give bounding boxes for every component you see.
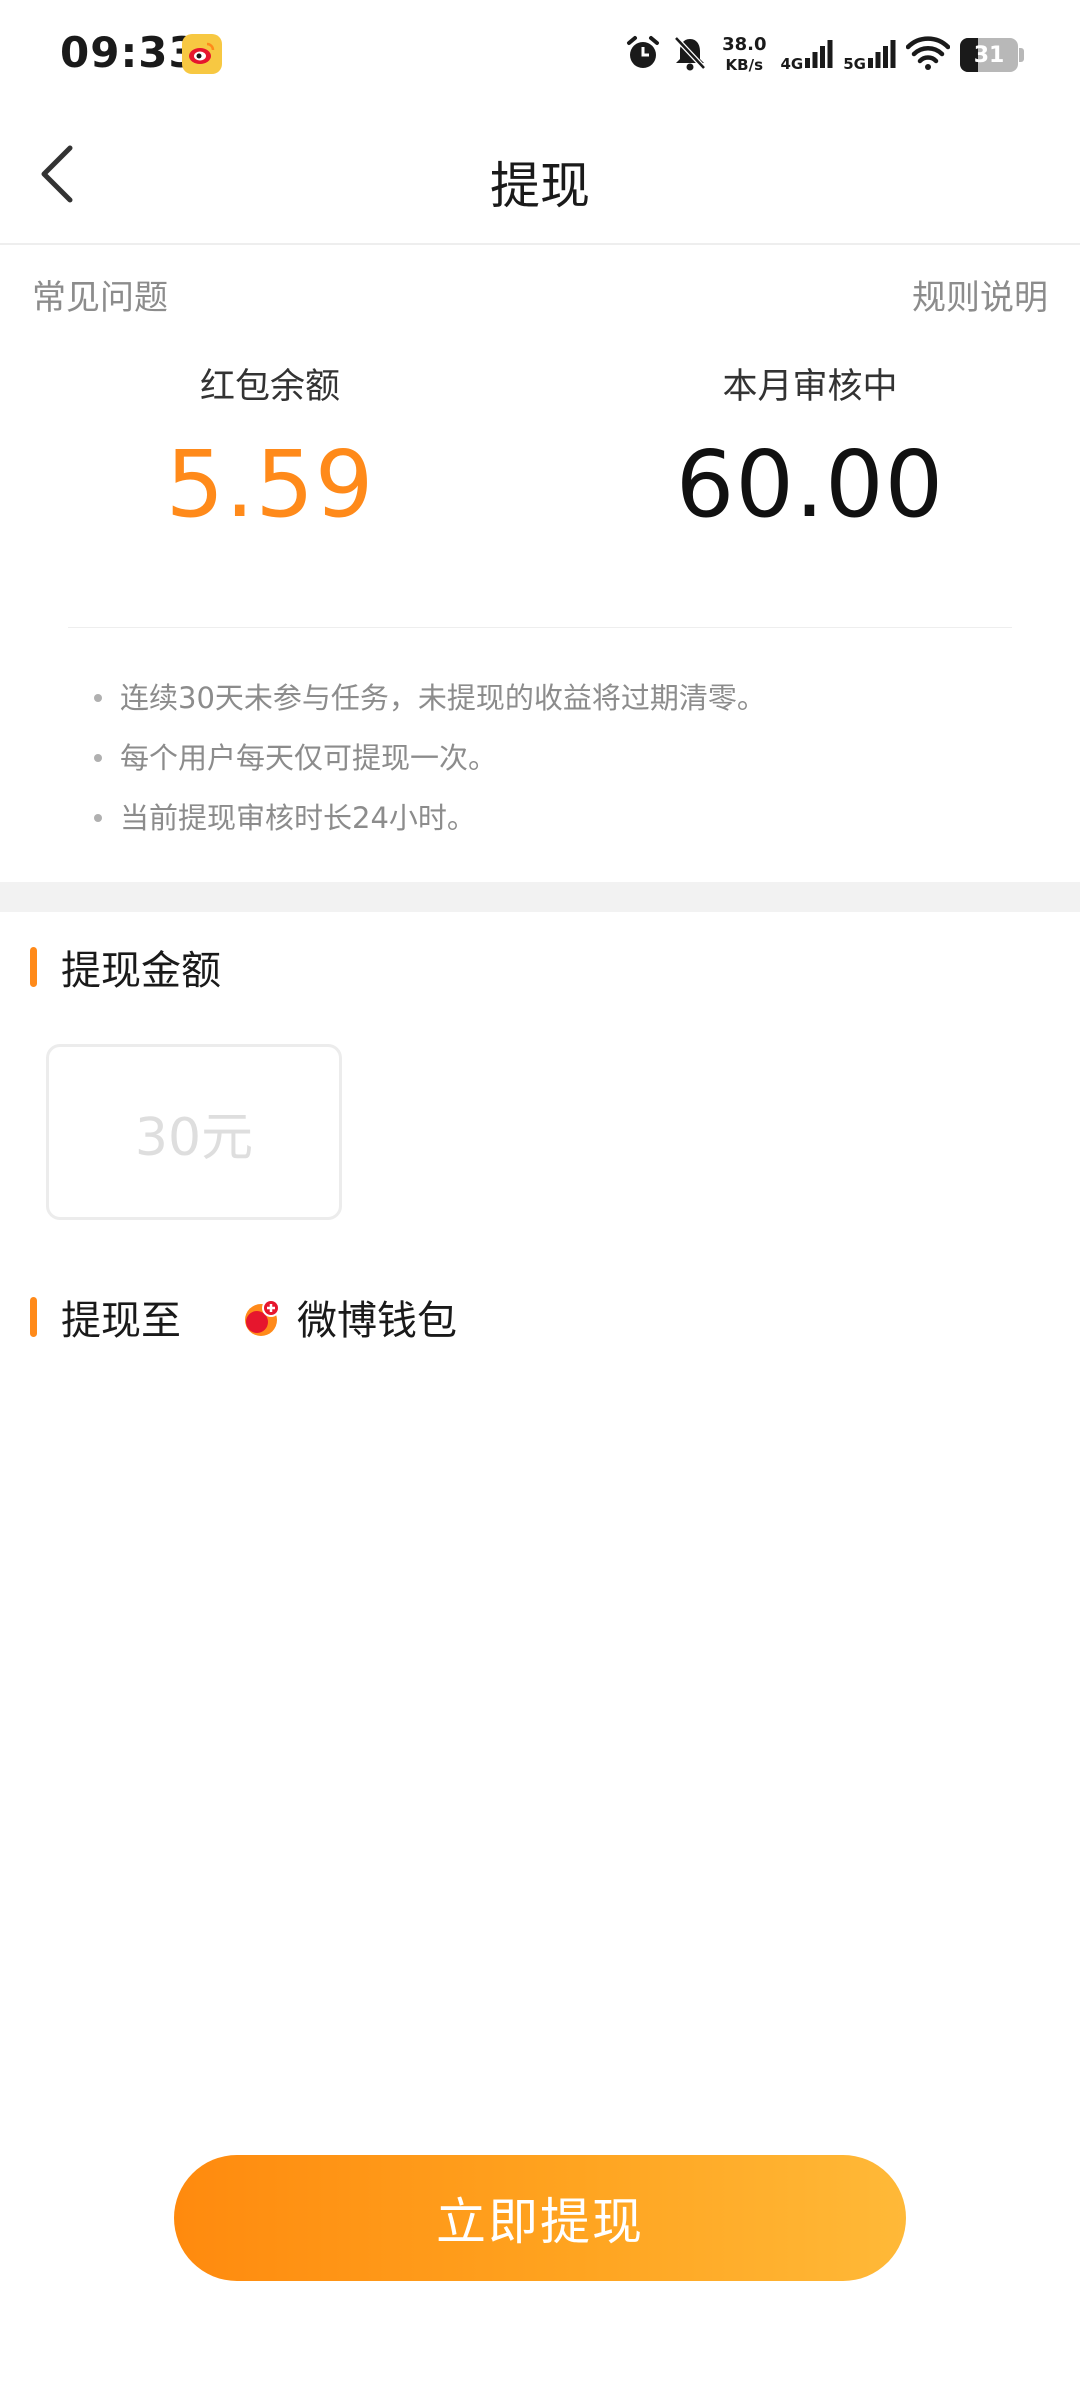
withdraw-now-label: 立即提现 xyxy=(436,2193,644,2251)
amount-section-title: 提现金额 xyxy=(61,948,221,994)
signal-bars-icon xyxy=(868,38,896,72)
divider xyxy=(68,627,1012,628)
weibo-wallet-label: 微博钱包 xyxy=(297,1298,457,1344)
rules-link[interactable]: 规则说明 xyxy=(912,270,1048,319)
note-item: 连续30天未参与任务，未提现的收益将过期清零。 xyxy=(92,668,992,728)
accent-bar xyxy=(30,1297,37,1337)
network-speed-value: 38.0 xyxy=(722,34,767,55)
weibo-wallet-icon xyxy=(243,1296,285,1338)
destination-section-header: 提现至 微博钱包 xyxy=(30,1288,457,1346)
section-separator xyxy=(0,882,1080,912)
destination-section-title: 提现至 xyxy=(61,1298,181,1344)
page-title: 提现 xyxy=(490,157,590,215)
network-speed-unit: KB/s xyxy=(725,56,764,74)
withdraw-now-button[interactable]: 立即提现 xyxy=(174,2155,906,2281)
monthly-review-label: 本月审核中 xyxy=(722,367,898,407)
network-speed: 38.0 KB/s xyxy=(722,35,766,75)
withdraw-notes: 连续30天未参与任务，未提现的收益将过期清零。 每个用户每天仅可提现一次。 当前… xyxy=(92,668,992,848)
amount-option-30[interactable]: 30元 xyxy=(46,1044,342,1220)
wifi-icon xyxy=(905,36,951,74)
red-packet-balance-value: 5.59 xyxy=(165,431,375,538)
mute-bell-icon xyxy=(672,34,708,76)
amount-option-label: 30元 xyxy=(134,1107,254,1168)
note-item: 当前提现审核时长24小时。 xyxy=(92,788,992,848)
signal-5g-label: 5G xyxy=(843,55,866,73)
status-bar: 09:33 38.0 KB/s 4G 5G 31 xyxy=(0,0,1080,110)
battery-cap xyxy=(1019,48,1024,62)
red-packet-balance: 红包余额 5.59 xyxy=(0,358,540,538)
red-packet-balance-label: 红包余额 xyxy=(199,367,340,407)
signal-4g-label: 4G xyxy=(780,55,804,73)
accent-bar xyxy=(30,947,37,987)
battery-icon: 31 xyxy=(960,38,1018,72)
alarm-icon xyxy=(624,34,662,76)
status-time: 09:33 xyxy=(60,28,199,77)
weibo-wallet[interactable]: 微博钱包 xyxy=(243,1288,457,1346)
signal-4g: 4G xyxy=(781,38,834,72)
monthly-review-value: 60.00 xyxy=(675,431,945,538)
signal-bars-icon xyxy=(805,38,833,72)
signal-5g: 5G xyxy=(843,38,896,72)
note-item: 每个用户每天仅可提现一次。 xyxy=(92,728,992,788)
nav-bar: 提现 xyxy=(0,110,1080,245)
amount-section-header: 提现金额 xyxy=(30,938,221,996)
status-icons: 38.0 KB/s 4G 5G 31 xyxy=(624,30,1024,80)
monthly-review-balance: 本月审核中 60.00 xyxy=(540,358,1080,538)
weibo-notification-icon xyxy=(182,34,222,74)
battery-level: 31 xyxy=(973,42,1005,68)
faq-link[interactable]: 常见问题 xyxy=(32,270,168,319)
